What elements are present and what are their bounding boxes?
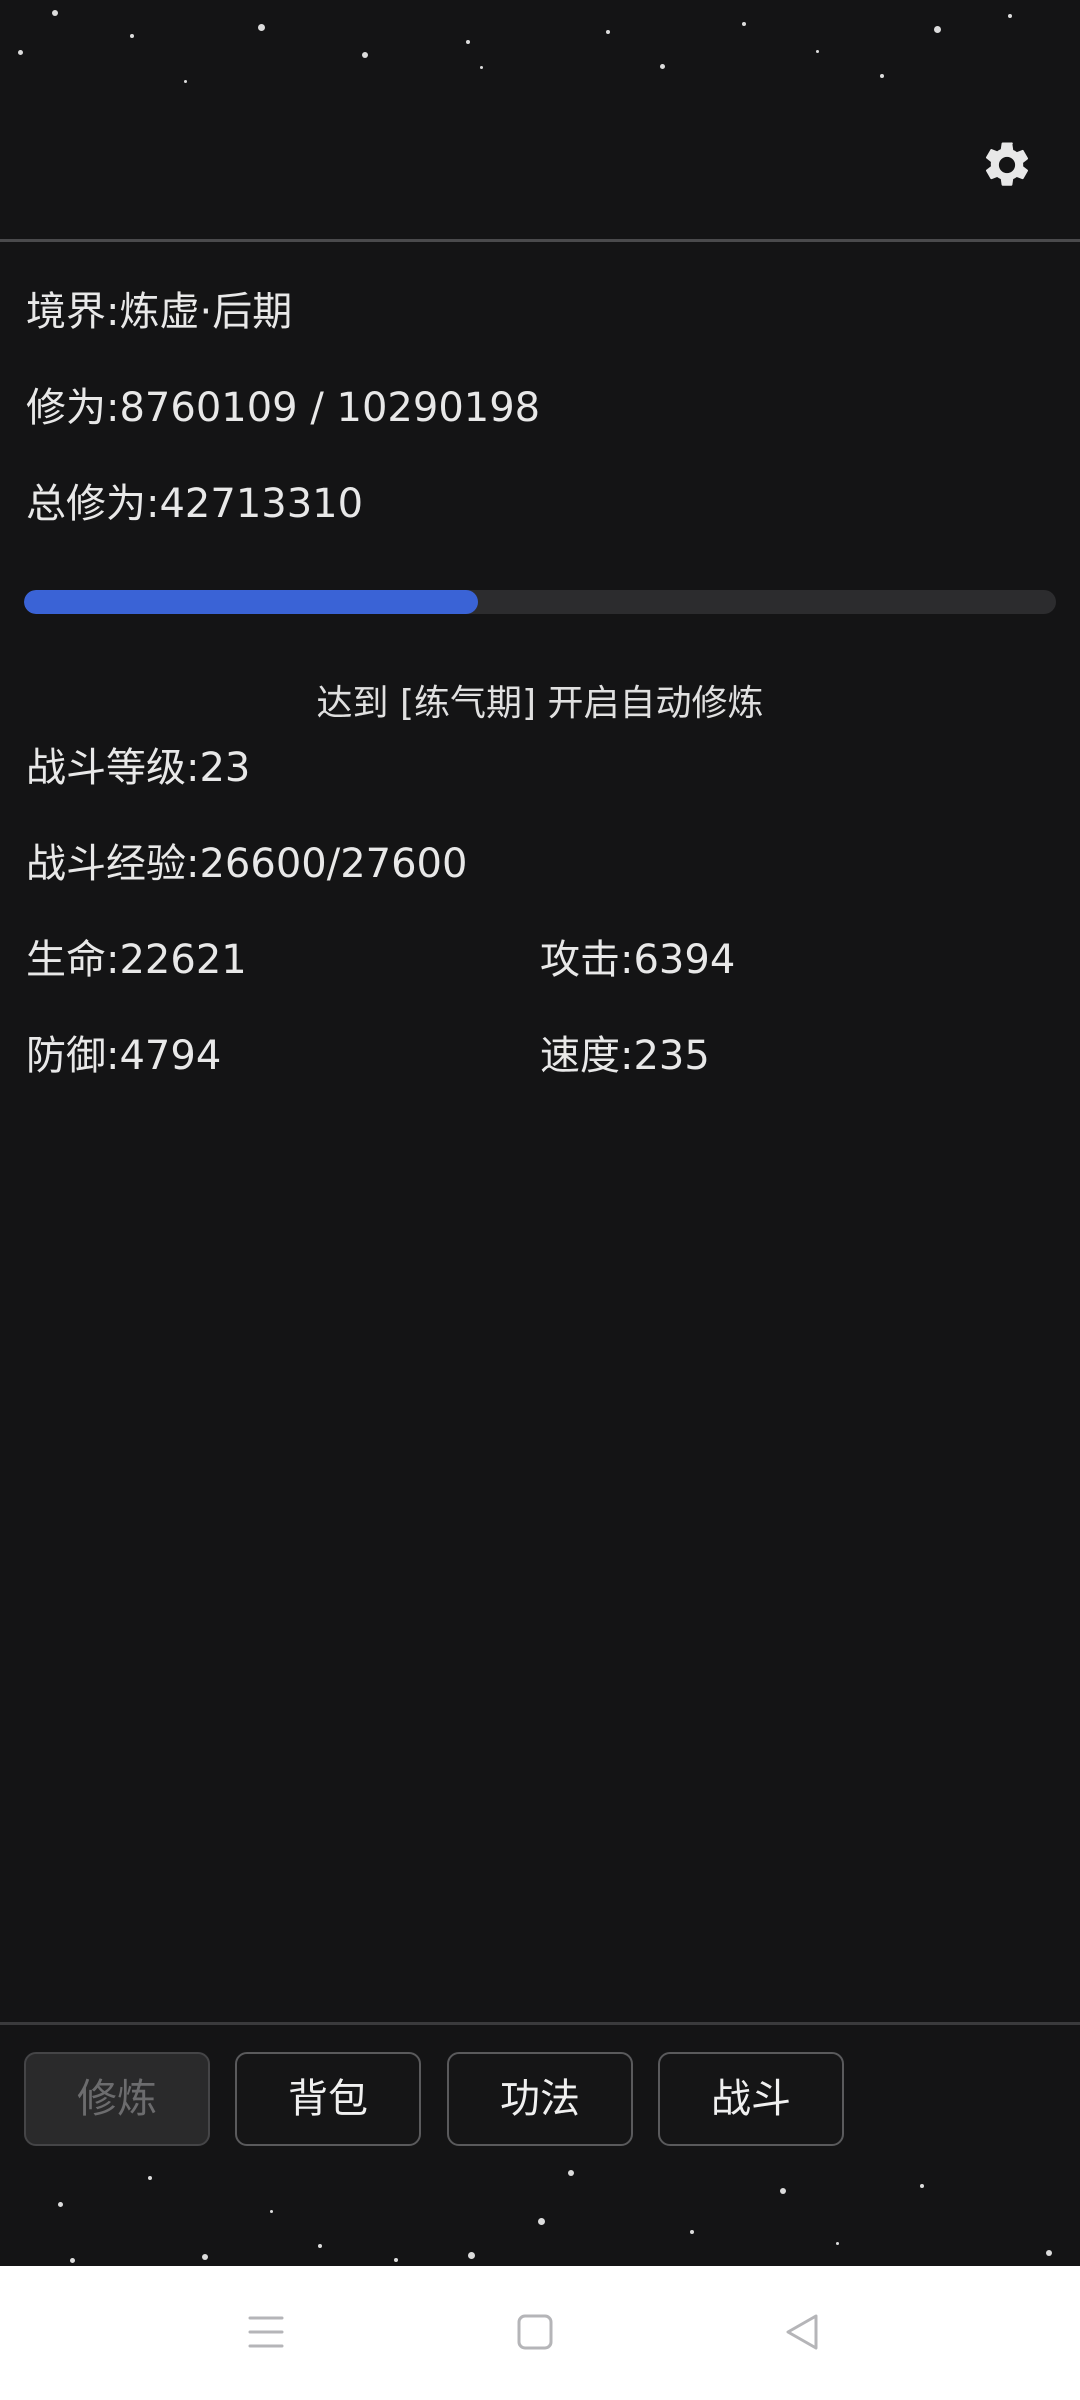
app-screen: 境界:炼虚·后期 修为:8760109 / 10290198 总修为:42713… [0,0,1080,2400]
speed-label: 速度: [540,1033,634,1079]
header-divider [0,239,1080,242]
total-xiuwei-stat: 总修为:42713310 [26,480,363,528]
combat-level-stat: 战斗等级:23 [26,744,250,792]
attack-stat: 攻击:6394 [540,936,735,984]
hp-label: 生命: [26,937,120,983]
auto-cultivate-hint: 达到 [练气期] 开启自动修炼 [316,683,764,724]
cultivation-progress-fill [24,590,479,614]
combat-exp-stat: 战斗经验:26600/27600 [26,840,467,888]
system-back-button[interactable] [772,2302,832,2362]
hp-stat: 生命:22621 [26,936,247,984]
tab-cultivate[interactable]: 修炼 [24,2052,210,2146]
realm-label: 境界: [26,289,120,335]
xiuwei-stat: 修为:8760109 / 10290198 [26,384,540,432]
combat-exp-value: 26600/27600 [199,841,468,887]
speed-stat: 速度:235 [540,1032,710,1080]
back-icon [786,2314,818,2350]
gear-icon [985,142,1029,186]
system-home-button[interactable] [505,2302,565,2362]
tab-battle[interactable]: 战斗 [658,2052,844,2146]
system-menu-button[interactable] [236,2302,296,2362]
combat-level-value: 23 [199,745,251,791]
cultivation-progress-bar [24,590,1056,614]
hp-value: 22621 [119,937,247,983]
realm-value: 炼虚·后期 [119,289,293,335]
starfield-top [0,0,1080,110]
settings-button[interactable] [980,138,1034,192]
defense-value: 4794 [119,1033,222,1079]
realm-stat: 境界:炼虚·后期 [26,288,292,336]
menu-icon [248,2316,284,2348]
attack-value: 6394 [633,937,736,983]
combat-level-label: 战斗等级: [26,745,200,791]
defense-label: 防御: [26,1033,120,1079]
combat-exp-label: 战斗经验: [26,841,200,887]
xiuwei-label: 修为: [26,385,120,431]
starfield-bottom [0,2140,1080,2268]
speed-value: 235 [633,1033,710,1079]
xiuwei-value: 8760109 / 10290198 [119,385,541,431]
total-xiuwei-value: 42713310 [159,481,364,527]
nav-divider [0,2022,1080,2025]
total-xiuwei-label: 总修为: [26,481,160,527]
attack-label: 攻击: [540,937,634,983]
defense-stat: 防御:4794 [26,1032,221,1080]
system-navigation-bar [0,2266,1080,2400]
home-icon [517,2314,553,2350]
tab-inventory[interactable]: 背包 [235,2052,421,2146]
tab-techniques[interactable]: 功法 [447,2052,633,2146]
